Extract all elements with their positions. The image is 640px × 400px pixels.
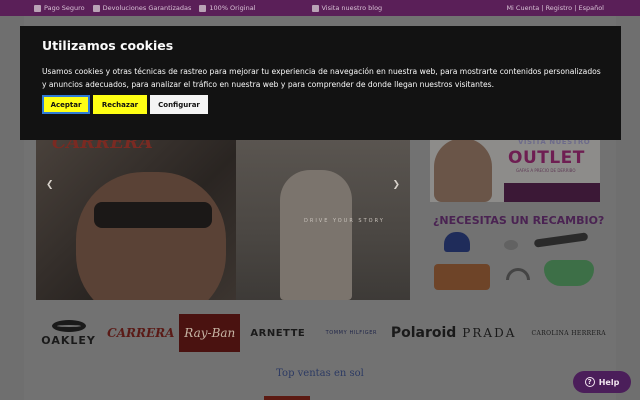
hero-model-standing — [280, 170, 352, 300]
original-label: 100% Original — [209, 4, 256, 12]
hero-model-face — [76, 172, 226, 300]
top-sales-heading: Top ventas en sol — [276, 368, 364, 379]
brand-prada[interactable]: PRADA — [462, 326, 525, 340]
hero-tagline: DRIVE YOUR STORY — [304, 218, 385, 224]
blog-label: Visita nuestro blog — [321, 4, 383, 12]
configure-cookies-button[interactable]: Configurar — [150, 95, 208, 114]
accept-cookies-button[interactable]: Aceptar — [42, 95, 90, 114]
replacement-parts-title: ¿NECESITAS UN RECAMBIO? — [433, 214, 605, 227]
help-button[interactable]: ? Help — [573, 371, 631, 393]
outlet-dark-strip — [504, 183, 600, 202]
brand-logos-row: OAKLEY CARRERA Ray-Ban ARNETTE TOMMY HIL… — [36, 312, 606, 354]
blog-icon — [311, 4, 319, 12]
cookie-consent-dialog: Utilizamos cookies Usamos cookies y otra… — [20, 26, 621, 140]
blog-link[interactable]: Visita nuestro blog — [311, 4, 383, 12]
brand-tommy-hilfiger[interactable]: TOMMY HILFIGER — [326, 330, 385, 336]
hero-banner[interactable]: CARRERA DRIVE YOUR STORY ❮ ❯ — [36, 132, 410, 300]
lens-part-image — [544, 260, 594, 286]
top-bar: Pago Seguro Devoluciones Garantizadas 10… — [0, 0, 640, 16]
lock-icon — [34, 4, 41, 12]
guaranteed-returns-label: Devoluciones Garantizadas — [102, 4, 192, 12]
reject-cookies-button[interactable]: Rechazar — [93, 95, 147, 114]
case-part-image — [434, 264, 490, 290]
hero-prev-arrow-icon[interactable]: ❮ — [46, 180, 54, 190]
secure-payment-label: Pago Seguro — [44, 4, 85, 12]
brand-carolina-herrera[interactable]: CAROLINA HERRERA — [532, 330, 606, 337]
outlet-banner[interactable]: VISITA NUESTRO OUTLET GAFAS A PRECIO DE … — [430, 132, 600, 202]
nose-pad-part-image — [506, 268, 530, 280]
outlet-model-image — [434, 138, 492, 202]
brand-carrera[interactable]: CARRERA — [107, 326, 174, 340]
screw-part-image — [504, 240, 518, 250]
brand-oakley[interactable]: OAKLEY — [36, 319, 101, 347]
cookie-buttons: Aceptar Rechazar Configurar — [42, 95, 211, 114]
brand-oakley-label: OAKLEY — [41, 333, 96, 347]
top-sales-product-edge — [264, 396, 310, 400]
guaranteed-returns-item: Devoluciones Garantizadas — [92, 4, 192, 12]
oakley-ellipse-icon — [51, 319, 86, 332]
check-icon — [199, 4, 207, 12]
account-links[interactable]: Mi Cuenta | Registro | Español — [506, 4, 604, 12]
question-icon: ? — [584, 377, 595, 387]
cookie-title: Utilizamos cookies — [42, 38, 174, 53]
help-label: Help — [598, 377, 620, 387]
brand-arnette[interactable]: ARNETTE — [250, 328, 315, 339]
outlet-title: OUTLET — [508, 148, 585, 168]
outlet-subtitle: GAFAS A PRECIO DE DERRIBO — [516, 168, 576, 173]
cap-part-image — [444, 232, 470, 252]
original-item: 100% Original — [199, 4, 256, 12]
brand-polaroid[interactable]: Polaroid — [391, 325, 456, 341]
hero-next-arrow-icon[interactable]: ❯ — [392, 180, 400, 190]
secure-payment-item: Pago Seguro — [34, 4, 85, 12]
replacement-parts-banner[interactable]: ¿NECESITAS UN RECAMBIO? — [430, 210, 604, 300]
hero-sunglasses — [94, 202, 212, 228]
return-icon — [92, 4, 100, 12]
cookie-text: Usamos cookies y otras técnicas de rastr… — [42, 67, 601, 89]
temple-arm-part-image — [533, 232, 589, 248]
brand-rayban[interactable]: Ray-Ban — [179, 314, 241, 352]
